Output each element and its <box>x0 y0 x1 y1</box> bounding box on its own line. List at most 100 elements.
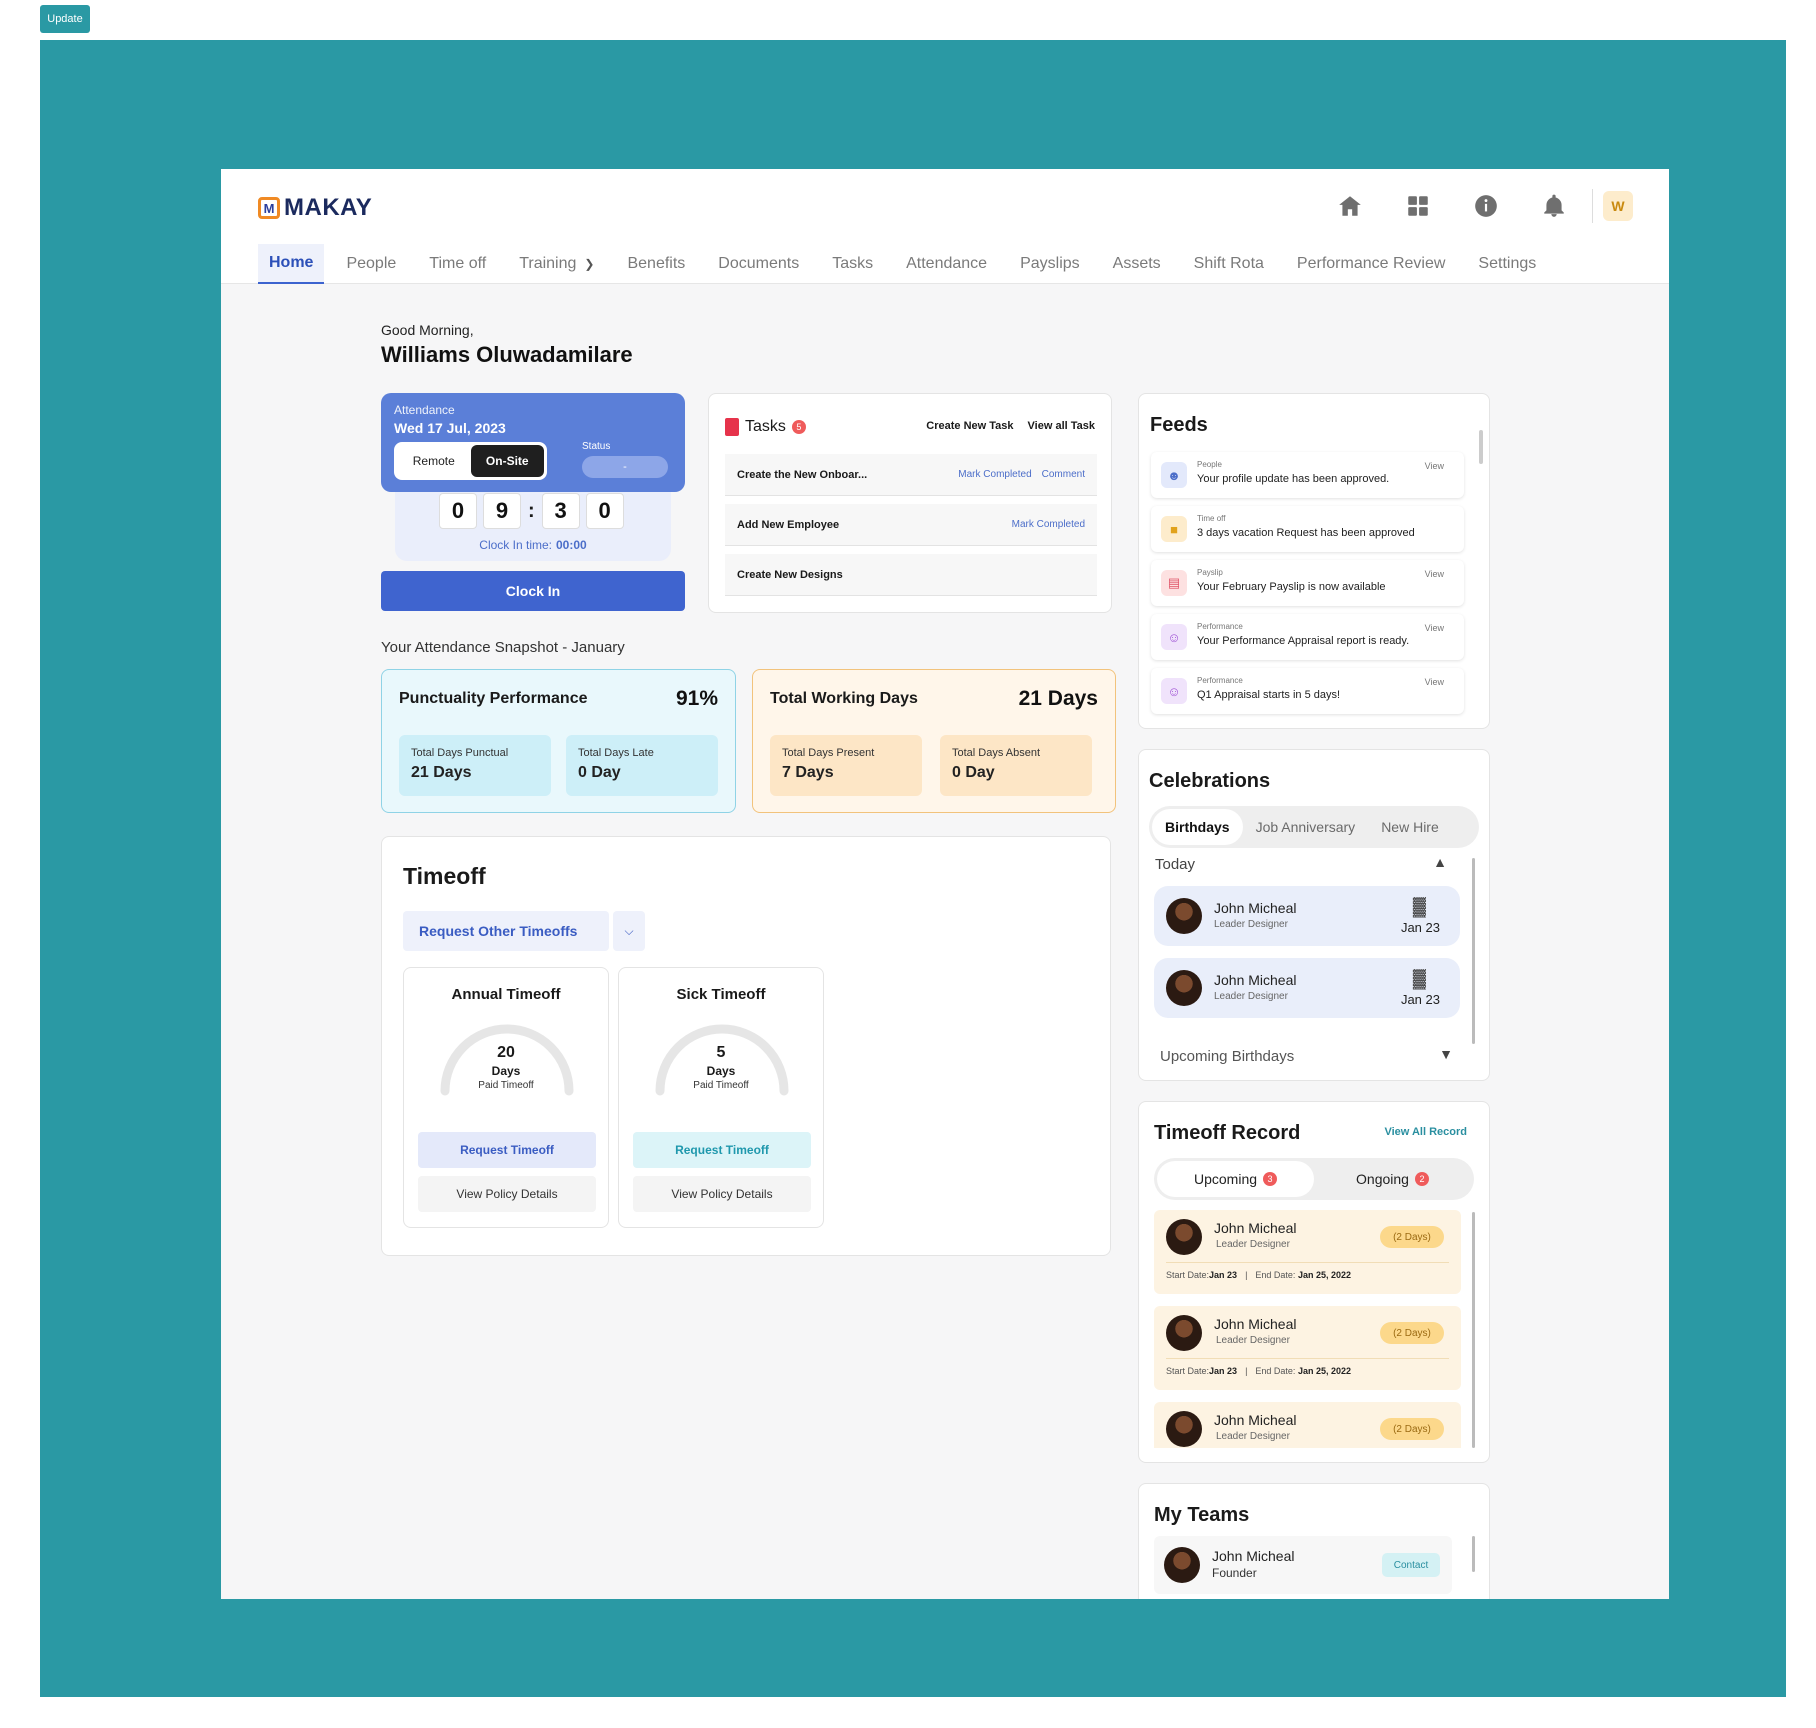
mode-remote-button[interactable]: Remote <box>397 445 471 477</box>
chevron-down-icon[interactable]: ▼ <box>1439 1046 1453 1062</box>
feed-item[interactable]: ☺ Performance Your Performance Appraisal… <box>1151 614 1464 660</box>
request-other-timeoffs-button[interactable]: Request Other Timeoffs <box>403 911 609 951</box>
nav-people[interactable]: People <box>335 244 407 284</box>
comment-link[interactable]: Comment <box>1042 469 1085 480</box>
tab-job-anniversary[interactable]: Job Anniversary <box>1243 809 1369 845</box>
nav-settings[interactable]: Settings <box>1467 244 1547 284</box>
view-policy-button[interactable]: View Policy Details <box>418 1176 596 1212</box>
working-days-card: Total Working Days 21 Days Total Days Pr… <box>752 669 1116 813</box>
birthday-item[interactable]: John Micheal Leader Designer ▓ Jan 23 <box>1154 958 1460 1018</box>
team-member-row[interactable]: John Micheal Founder Contact <box>1154 1536 1452 1594</box>
greeting-line: Good Morning, <box>381 322 474 338</box>
info-icon[interactable] <box>1452 191 1520 221</box>
status-label: Status <box>582 441 611 452</box>
nav-attendance[interactable]: Attendance <box>895 244 998 284</box>
late-days-box: Total Days Late 0 Day <box>566 735 718 796</box>
view-all-record-link[interactable]: View All Record <box>1384 1126 1467 1138</box>
view-policy-button[interactable]: View Policy Details <box>633 1176 811 1212</box>
teams-scrollbar[interactable] <box>1472 1536 1475 1572</box>
feed-view-link[interactable]: View <box>1425 461 1444 471</box>
leave-title: Annual Timeoff <box>451 986 561 1003</box>
leave-sub-label: Paid Timeoff <box>693 1080 749 1091</box>
mark-completed-link[interactable]: Mark Completed <box>958 469 1031 480</box>
nav-home[interactable]: Home <box>258 244 325 284</box>
member-role: Founder <box>1212 1566 1257 1580</box>
feed-view-link[interactable]: View <box>1425 569 1444 579</box>
clock-in-button[interactable]: Clock In <box>381 571 685 611</box>
birthday-date: Jan 23 <box>1400 992 1440 1007</box>
tab-upcoming[interactable]: Upcoming 3 <box>1157 1161 1314 1197</box>
avatar <box>1166 1411 1202 1447</box>
record-item[interactable]: John Micheal Leader Designer (2 Days) St… <box>1154 1306 1461 1390</box>
request-timeoff-button[interactable]: Request Timeoff <box>633 1132 811 1168</box>
nav-payslips[interactable]: Payslips <box>1009 244 1091 284</box>
feed-item[interactable]: ▤ Payslip Your February Payslip is now a… <box>1151 560 1464 606</box>
avatar <box>1164 1547 1200 1583</box>
birthday-item[interactable]: John Micheal Leader Designer ▓ Jan 23 <box>1154 886 1460 946</box>
end-date-value: Jan 25, 2022 <box>1297 1270 1351 1280</box>
task-row[interactable]: Create New Designs <box>725 554 1097 596</box>
chevron-up-icon[interactable]: ▲ <box>1433 854 1447 870</box>
date-separator: | <box>1245 1270 1248 1280</box>
task-row[interactable]: Add New Employee Mark Completed <box>725 504 1097 546</box>
nav-shift-rota[interactable]: Shift Rota <box>1183 244 1275 284</box>
leave-title: Sick Timeoff <box>676 986 766 1003</box>
nav-documents[interactable]: Documents <box>707 244 810 284</box>
feed-item[interactable]: ■ Time off 3 days vacation Request has b… <box>1151 506 1464 552</box>
record-dates: Start Date:Jan 23 | End Date: Jan 25, 20… <box>1166 1366 1351 1376</box>
create-task-link[interactable]: Create New Task <box>926 420 1013 432</box>
feed-view-link[interactable]: View <box>1425 623 1444 633</box>
feed-item[interactable]: ☺ Performance Q1 Appraisal starts in 5 d… <box>1151 668 1464 714</box>
end-date: End Date: Jan 25, 2022 <box>1255 1270 1351 1280</box>
my-teams-title: My Teams <box>1154 1504 1250 1526</box>
punctuality-title: Punctuality Performance <box>399 690 588 707</box>
contact-button[interactable]: Contact <box>1382 1553 1440 1577</box>
absent-days-value: 0 Day <box>952 764 995 781</box>
task-row[interactable]: Create the New Onboar... Mark Completed … <box>725 454 1097 496</box>
attendance-label: Attendance <box>394 403 455 417</box>
upcoming-birthdays-label[interactable]: Upcoming Birthdays <box>1160 1048 1294 1065</box>
late-days-value: 0 Day <box>578 764 621 781</box>
apps-grid-icon[interactable] <box>1384 191 1452 221</box>
feed-item[interactable]: ☻ People Your profile update has been ap… <box>1151 452 1464 498</box>
avatar <box>1166 1315 1202 1351</box>
nav-benefits[interactable]: Benefits <box>616 244 696 284</box>
record-scrollbar[interactable] <box>1472 1212 1475 1448</box>
tasks-title: Tasks <box>745 418 786 435</box>
celebrations-scrollbar[interactable] <box>1472 858 1475 1044</box>
start-date-label: Start Date: <box>1166 1366 1210 1376</box>
feed-view-link[interactable]: View <box>1425 677 1444 687</box>
brand-logo[interactable]: M MAKAY <box>258 194 372 222</box>
mode-onsite-button[interactable]: On-Site <box>470 445 544 477</box>
record-item[interactable]: John Micheal Leader Designer (2 Days) St… <box>1154 1210 1461 1294</box>
tab-birthdays[interactable]: Birthdays <box>1152 809 1243 845</box>
upcoming-count-badge: 3 <box>1263 1172 1278 1186</box>
bell-icon[interactable] <box>1520 191 1588 221</box>
tab-new-hire[interactable]: New Hire <box>1368 809 1452 845</box>
record-item[interactable]: John Micheal Leader Designer (2 Days) <box>1154 1402 1461 1448</box>
birthday-date: Jan 23 <box>1400 920 1440 935</box>
clock-in-time-value: 00:00 <box>555 538 587 552</box>
timeoff-record-tabs: Upcoming 3 Ongoing 2 <box>1154 1158 1474 1200</box>
mark-completed-link[interactable]: Mark Completed <box>1012 519 1085 530</box>
home-icon[interactable] <box>1316 191 1384 221</box>
clock-in-time: Clock In time: 00:00 <box>395 538 671 552</box>
feeds-scrollbar[interactable] <box>1479 430 1483 464</box>
update-button[interactable]: Update <box>40 5 90 33</box>
nav-assets[interactable]: Assets <box>1102 244 1172 284</box>
view-all-tasks-link[interactable]: View all Task <box>1028 420 1095 432</box>
request-timeoff-button[interactable]: Request Timeoff <box>418 1132 596 1168</box>
feed-message: Q1 Appraisal starts in 5 days! <box>1197 689 1341 701</box>
end-date-label: End Date: <box>1255 1270 1296 1280</box>
feed-category: Time off <box>1197 514 1226 523</box>
nav-time-off[interactable]: Time off <box>418 244 497 284</box>
top-divider <box>1592 189 1593 223</box>
nav-performance-review[interactable]: Performance Review <box>1286 244 1457 284</box>
tab-ongoing[interactable]: Ongoing 2 <box>1314 1161 1471 1197</box>
nav-tasks[interactable]: Tasks <box>821 244 884 284</box>
nav-training[interactable]: Training ❯ <box>508 244 605 284</box>
brand-name: MAKAY <box>284 194 373 221</box>
user-avatar[interactable]: W <box>1603 191 1633 221</box>
timeoff-record-card: Timeoff Record View All Record Upcoming 3… <box>1138 1101 1490 1463</box>
chevron-down-icon[interactable]: ⌵ <box>613 911 645 951</box>
